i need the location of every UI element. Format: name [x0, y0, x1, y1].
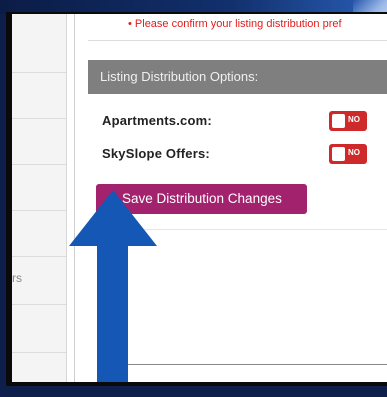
arrow-up-icon: [69, 190, 157, 246]
divider: [88, 40, 387, 41]
toggle-knob: [332, 147, 345, 161]
toggle-state-text: NO: [348, 115, 360, 124]
sidebar-divider: [12, 72, 66, 73]
toggle-knob: [332, 114, 345, 128]
sidebar-divider: [12, 352, 66, 353]
sidebar-item-label[interactable]: rs: [12, 271, 22, 285]
sidebar-divider: [12, 164, 66, 165]
sidebar-divider: [12, 210, 66, 211]
sidebar-divider: [12, 256, 66, 257]
apartments-label: Apartments.com:: [102, 113, 212, 128]
arrow-stem: [97, 240, 128, 382]
sidebar-divider: [12, 304, 66, 305]
skyslope-offers-toggle[interactable]: NO: [329, 144, 367, 164]
toggle-state-text: NO: [348, 148, 360, 157]
confirmation-warning: • Please confirm your listing distributi…: [128, 18, 342, 30]
sidebar-divider: [12, 118, 66, 119]
panel-header: Listing Distribution Options:: [88, 60, 387, 94]
apartments-toggle[interactable]: NO: [329, 111, 367, 131]
sidebar: rs: [12, 14, 67, 382]
divider: [98, 364, 387, 365]
skyslope-offers-label: SkySlope Offers:: [102, 146, 210, 161]
